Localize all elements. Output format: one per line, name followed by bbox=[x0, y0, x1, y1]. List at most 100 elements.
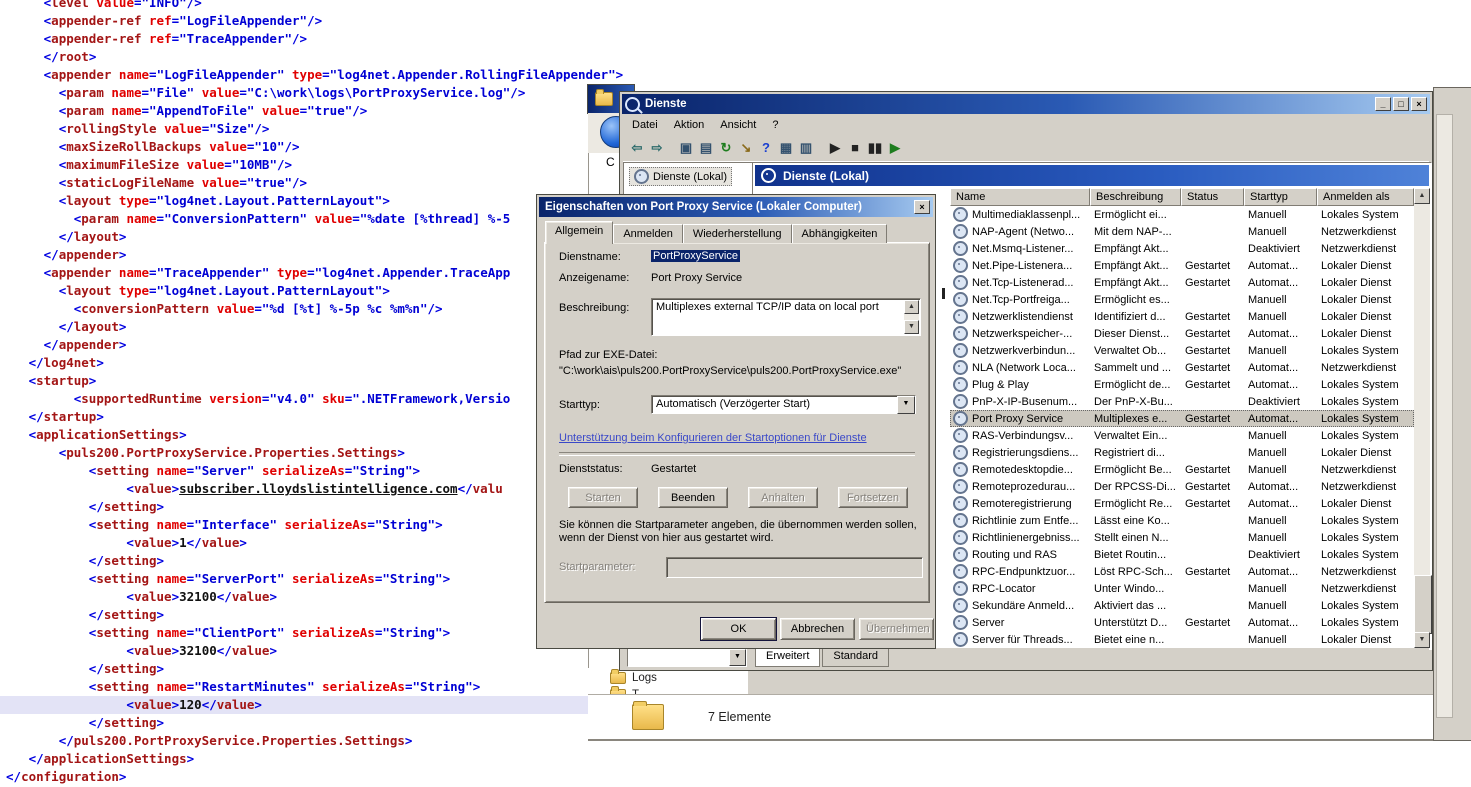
explorer-tree-band: Logs T bbox=[588, 668, 1434, 694]
service-name: Net.Pipe-Listenera... bbox=[972, 260, 1072, 272]
service-row[interactable]: PnP-X-IP-Busenum...Der PnP-X-Bu...Deakti… bbox=[950, 393, 1414, 410]
service-row[interactable]: RAS-Verbindungsv...Verwaltet Ein...Manue… bbox=[950, 427, 1414, 444]
service-row[interactable]: Net.Tcp-Listenerad...Empfängt Akt...Gest… bbox=[950, 274, 1414, 291]
ok-button[interactable]: OK bbox=[701, 618, 776, 640]
tab-abhängigkeiten[interactable]: Abhängigkeiten bbox=[792, 224, 888, 243]
toolbar-export-list-icon[interactable]: ↘ bbox=[736, 138, 756, 158]
maximize-button[interactable]: □ bbox=[1393, 97, 1409, 111]
service-cell: Gestartet bbox=[1181, 464, 1244, 476]
service-cell: Netzwerkdienst bbox=[1317, 243, 1414, 255]
service-row[interactable]: RPC-LocatorUnter Windo...ManuellNetzwerk… bbox=[950, 580, 1414, 597]
startparameter-input[interactable] bbox=[666, 557, 923, 578]
service-row[interactable]: Multimediaklassenpl...Ermöglicht ei...Ma… bbox=[950, 206, 1414, 223]
service-row[interactable]: Port Proxy ServiceMultiplexes e...Gestar… bbox=[950, 410, 1414, 427]
service-row[interactable]: Net.Pipe-Listenera...Empfängt Akt...Gest… bbox=[950, 257, 1414, 274]
beschreibung-field[interactable]: Multiplexes external TCP/IP data on loca… bbox=[651, 298, 921, 336]
service-row[interactable]: Sekundäre Anmeld...Aktiviert das ...Manu… bbox=[950, 597, 1414, 614]
service-row[interactable]: NAP-Agent (Netwo...Mit dem NAP-...Manuel… bbox=[950, 223, 1414, 240]
service-row[interactable]: Routing und RASBietet Routin...Deaktivie… bbox=[950, 546, 1414, 563]
minimize-button[interactable]: _ bbox=[1375, 97, 1391, 111]
description-scrollbar[interactable]: ▲ ▼ bbox=[904, 300, 919, 334]
tab-allgemein[interactable]: Allgemein bbox=[545, 221, 613, 244]
bernehmen-button: Übernehmen bbox=[859, 618, 934, 640]
background-scrollbar-track[interactable] bbox=[1436, 114, 1453, 718]
service-row[interactable]: Netzwerkspeicher-...Dieser Dienst...Gest… bbox=[950, 325, 1414, 342]
screen: { "icons": {"scroll_up": "▲", "scroll_do… bbox=[0, 0, 1471, 787]
view-tab-standard[interactable]: Standard bbox=[822, 649, 889, 667]
tab-page-allgemein: Dienstname: PortProxyService Anzeigename… bbox=[544, 242, 930, 603]
service-row[interactable]: Richtlinienergebniss...Stellt einen N...… bbox=[950, 529, 1414, 546]
toolbar-restart-service-icon[interactable]: ▶ bbox=[885, 138, 905, 158]
service-name-cell: Sekundäre Anmeld... bbox=[950, 598, 1090, 613]
scroll-down-icon[interactable]: ▼ bbox=[1414, 632, 1430, 648]
service-name-cell: RPC-Endpunktzuor... bbox=[950, 564, 1090, 579]
column-header-1[interactable]: Beschreibung bbox=[1090, 188, 1181, 206]
tab-anmelden[interactable]: Anmelden bbox=[613, 224, 683, 243]
explorer-tree-item-logs[interactable]: Logs bbox=[610, 672, 657, 684]
menu-item-1[interactable]: Aktion bbox=[666, 118, 713, 132]
column-header-3[interactable]: Starttyp bbox=[1244, 188, 1317, 206]
service-row[interactable]: Net.Msmq-Listener...Empfängt Akt...Deakt… bbox=[950, 240, 1414, 257]
toolbar-properties-icon[interactable]: ▤ bbox=[696, 138, 716, 158]
tree-node-dienste-lokal[interactable]: Dienste (Lokal) bbox=[629, 167, 732, 186]
service-row[interactable]: Richtlinie zum Entfe...Lässt eine Ko...M… bbox=[950, 512, 1414, 529]
toolbar-help-icon[interactable]: ? bbox=[756, 138, 776, 158]
service-cell: Lokaler Dienst bbox=[1317, 634, 1414, 646]
toolbar-extended-view-icon[interactable]: ▦ bbox=[776, 138, 796, 158]
service-cell: Lokaler Dienst bbox=[1317, 311, 1414, 323]
tab-wiederherstellung[interactable]: Wiederherstellung bbox=[683, 224, 792, 243]
service-gear-icon bbox=[953, 479, 968, 494]
menu-item-2[interactable]: Ansicht bbox=[712, 118, 764, 132]
anzeigename-value[interactable]: Port Proxy Service bbox=[651, 272, 742, 284]
service-row[interactable]: Net.Tcp-Portfreiga...Ermöglicht es...Man… bbox=[950, 291, 1414, 308]
column-header-4[interactable]: Anmelden als bbox=[1317, 188, 1414, 206]
dialog-close-icon[interactable]: × bbox=[914, 200, 930, 214]
service-row[interactable]: Server für Threads...Bietet eine n...Man… bbox=[950, 631, 1414, 648]
filter-combobox[interactable]: ▼ bbox=[627, 648, 747, 667]
service-cell: Ermöglicht es... bbox=[1090, 294, 1181, 306]
services-scrollbar[interactable]: ▲ ▼ bbox=[1414, 188, 1430, 648]
view-tab-erweitert[interactable]: Erweitert bbox=[755, 649, 820, 667]
column-header-2[interactable]: Status bbox=[1181, 188, 1244, 206]
toolbar-start-service-icon[interactable]: ▶ bbox=[825, 138, 845, 158]
toolbar-standard-view-icon[interactable]: ▥ bbox=[796, 138, 816, 158]
scroll-up-icon[interactable]: ▲ bbox=[1414, 188, 1430, 204]
service-cell: Netzwerkdienst bbox=[1317, 464, 1414, 476]
abbrechen-button[interactable]: Abbrechen bbox=[780, 618, 855, 640]
service-row[interactable]: Remoteprozedurau...Der RPCSS-Di...Gestar… bbox=[950, 478, 1414, 495]
service-row[interactable]: ServerUnterstützt D...GestartetAutomat..… bbox=[950, 614, 1414, 631]
scrollbar-thumb[interactable] bbox=[1414, 575, 1432, 634]
toolbar-stop-service-icon[interactable]: ■ bbox=[845, 138, 865, 158]
toolbar-forward-icon[interactable]: ⇨ bbox=[647, 138, 667, 158]
dialog-titlebar[interactable]: Eigenschaften von Port Proxy Service (Lo… bbox=[539, 197, 933, 217]
dienstname-value[interactable]: PortProxyService bbox=[651, 250, 740, 262]
code-line: </applicationSettings> bbox=[6, 750, 1471, 768]
toolbar-refresh-icon[interactable]: ↻ bbox=[716, 138, 736, 158]
starttyp-select[interactable]: Automatisch (Verzögerter Start) ▼ bbox=[651, 395, 916, 414]
service-row[interactable]: Plug & PlayErmöglicht de...GestartetAuto… bbox=[950, 376, 1414, 393]
startoptions-help-link[interactable]: Unterstützung beim Konfigurieren der Sta… bbox=[559, 432, 867, 444]
menu-item-3[interactable]: ? bbox=[764, 118, 786, 132]
column-header-0[interactable]: Name bbox=[950, 188, 1090, 206]
toolbar-back-icon[interactable]: ⇦ bbox=[627, 138, 647, 158]
services-titlebar[interactable]: Dienste _□× bbox=[622, 94, 1430, 114]
combo-dropdown-icon[interactable]: ▼ bbox=[897, 396, 915, 414]
beenden-button[interactable]: Beenden bbox=[658, 487, 728, 508]
service-row[interactable]: RemoteregistrierungErmöglicht Re...Gesta… bbox=[950, 495, 1414, 512]
toolbar-pause-service-icon[interactable]: ▮▮ bbox=[865, 138, 885, 158]
close-button[interactable]: × bbox=[1411, 97, 1427, 111]
service-row[interactable]: Netzwerkverbindun...Verwaltet Ob...Gesta… bbox=[950, 342, 1414, 359]
service-row[interactable]: NLA (Network Loca...Sammelt und ...Gesta… bbox=[950, 359, 1414, 376]
menu-item-0[interactable]: Datei bbox=[624, 118, 666, 132]
explorer-address-fragment: C bbox=[606, 155, 615, 169]
service-row[interactable]: Remotedesktopdie...Ermöglicht Be...Gesta… bbox=[950, 461, 1414, 478]
service-cell: Lokales System bbox=[1317, 345, 1414, 357]
service-row[interactable]: NetzwerklistendienstIdentifiziert d...Ge… bbox=[950, 308, 1414, 325]
scroll-down-icon[interactable]: ▼ bbox=[904, 320, 919, 334]
toolbar-show-console-tree-icon[interactable]: ▣ bbox=[676, 138, 696, 158]
service-name-cell: Netzwerklistendienst bbox=[950, 309, 1090, 324]
combo-dropdown-icon[interactable]: ▼ bbox=[729, 649, 746, 666]
service-row[interactable]: RPC-Endpunktzuor...Löst RPC-Sch...Gestar… bbox=[950, 563, 1414, 580]
scroll-up-icon[interactable]: ▲ bbox=[904, 300, 919, 314]
service-row[interactable]: Registrierungsdiens...Registriert di...M… bbox=[950, 444, 1414, 461]
